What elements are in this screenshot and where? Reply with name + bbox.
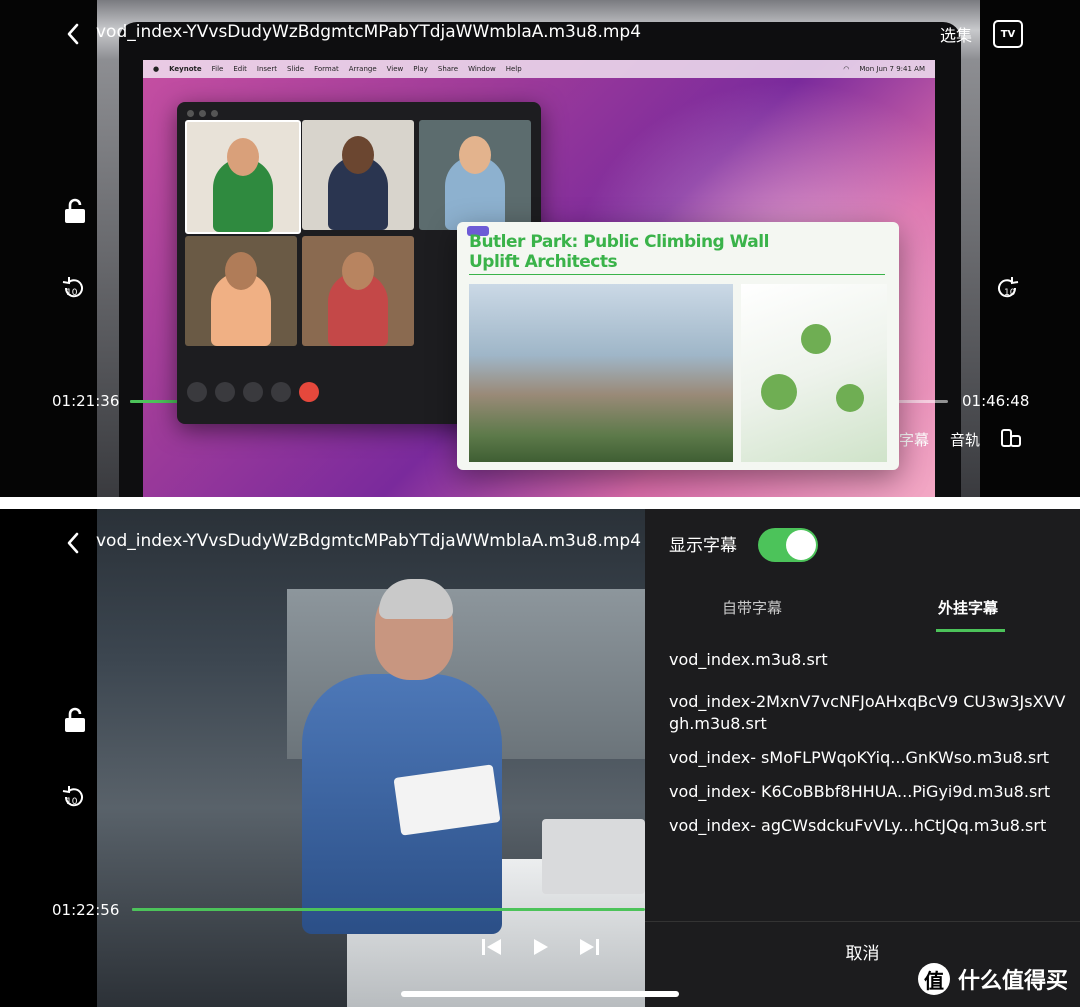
mac-menubar: ● Keynote File Edit Insert Slide Format Arran… xyxy=(143,60,935,78)
subtitle-file-item[interactable]: vod_index- K6CoBBbf8HHUA...PiGyi9d.m3u8.… xyxy=(669,781,1069,803)
watermark-logo-icon: 值 xyxy=(917,963,950,995)
tab-embedded-subtitles[interactable]: 自带字幕 xyxy=(722,597,782,618)
back-chevron-icon[interactable] xyxy=(60,20,86,48)
subtitle-file-item[interactable]: vod_index- sMoFLPWqoKYiq...GnKWso.m3u8.s… xyxy=(669,747,1069,769)
menubar-menu-item: Slide xyxy=(286,65,305,73)
skip-back-10-icon[interactable]: 10 xyxy=(60,274,88,302)
unlock-icon[interactable] xyxy=(63,707,87,733)
active-tab-indicator xyxy=(936,629,1005,632)
skip-forward-10-icon[interactable]: 10 xyxy=(993,274,1021,302)
total-time: 01:46:48 xyxy=(962,392,1030,410)
participant-tile xyxy=(419,120,531,230)
participant-tile xyxy=(185,120,301,234)
slide-title: Butler Park: Public Climbing Wall Uplift… xyxy=(469,232,769,272)
menubar-status: ◠ Mon Jun 7 9:41 AM xyxy=(843,65,935,73)
episodes-button[interactable]: 选集 xyxy=(940,22,972,46)
microphone-icon xyxy=(215,382,235,402)
show-subtitles-toggle[interactable] xyxy=(758,528,818,562)
video-title: vod_index-YVvsDudyWzBdgmtcMPabYTdjaWWmbl… xyxy=(96,22,642,42)
slide-building-photo xyxy=(469,284,733,462)
menubar-menu-item: Edit xyxy=(233,65,247,73)
rotate-screen-icon[interactable] xyxy=(1000,428,1022,448)
current-time: 01:21:36 xyxy=(52,392,120,410)
menubar-menu-item: Arrange xyxy=(348,65,377,73)
wifi-icon: ◠ xyxy=(843,65,850,73)
menubar-menus: File Edit Insert Slide Format Arrange View Play… xyxy=(202,65,522,73)
cancel-button[interactable]: 取消 xyxy=(645,939,1080,964)
participant-tile xyxy=(185,236,297,346)
site-watermark: 值 什么值得买 xyxy=(917,963,1068,995)
watermark-text: 什么值得买 xyxy=(957,969,1068,994)
audio-track-button[interactable]: 音轨 xyxy=(950,429,980,450)
video-title: vod_index-YVvsDudyWzBdgmtcMPabYTdjaWWmbl… xyxy=(96,531,642,551)
window-traffic-lights xyxy=(187,110,218,117)
facetime-controls xyxy=(187,382,319,402)
menubar-app-name: Keynote xyxy=(169,65,202,73)
video-screen-keynote: ● Keynote File Edit Insert Slide Format Arran… xyxy=(143,60,935,497)
subtitle-file-item[interactable]: vod_index- agCWsdckuFvVLy...hCtJQq.m3u8.… xyxy=(669,815,1069,837)
menubar-menu-item: Play xyxy=(413,65,428,73)
svg-text:10: 10 xyxy=(66,288,78,298)
subtitle-panel: 显示字幕 自带字幕 外挂字幕 vod_index.m3u8.srt vod_in… xyxy=(645,509,1080,1007)
subtitle-file-item[interactable]: vod_index-2MxnV7vcNFJoAHxqBcV9 CU3w3JsXV… xyxy=(669,691,1069,735)
progress-bar[interactable] xyxy=(132,908,645,911)
menubar-menu-item: Insert xyxy=(256,65,277,73)
apple-icon: ● xyxy=(153,65,160,73)
menubar-menu-item: View xyxy=(386,65,404,73)
tab-external-subtitles[interactable]: 外挂字幕 xyxy=(938,597,998,618)
camera-icon xyxy=(243,382,263,402)
slide-diagram xyxy=(741,284,887,462)
show-subtitles-label: 显示字幕 xyxy=(669,536,737,556)
video-frame-presenter xyxy=(97,509,645,1007)
sidebar-icon xyxy=(187,382,207,402)
toggle-thumb xyxy=(786,530,816,560)
slide-rule xyxy=(469,274,885,275)
subtitle-button[interactable]: 字幕 xyxy=(899,429,929,450)
skip-back-10-icon[interactable]: 10 xyxy=(60,783,88,811)
subtitle-file-item[interactable]: vod_index.m3u8.srt xyxy=(669,649,1069,671)
unlock-icon[interactable] xyxy=(63,198,87,224)
svg-text:10: 10 xyxy=(66,797,78,807)
menubar-menu-item: Window xyxy=(468,65,496,73)
current-time: 01:22:56 xyxy=(52,901,120,919)
svg-text:10: 10 xyxy=(1004,288,1016,298)
keynote-slide: Butler Park: Public Climbing Wall Uplift… xyxy=(457,222,899,470)
progress-fill xyxy=(132,908,645,911)
laptop-on-desk xyxy=(542,819,645,894)
presenter-hair xyxy=(379,579,453,619)
play-icon[interactable] xyxy=(533,938,549,960)
subtitle-tabs: 自带字幕 外挂字幕 xyxy=(645,597,1080,637)
participant-tile xyxy=(302,120,414,230)
top-video-player: ● Keynote File Edit Insert Slide Format Arran… xyxy=(0,0,1080,497)
menubar-menu-item: Format xyxy=(314,65,339,73)
previous-icon[interactable] xyxy=(481,938,503,960)
home-indicator[interactable] xyxy=(401,991,679,997)
end-call-icon xyxy=(299,382,319,402)
participant-tile xyxy=(302,236,414,346)
menubar-menu-item: Share xyxy=(437,65,459,73)
panel-divider xyxy=(645,921,1080,922)
subtitle-file-list: vod_index.m3u8.srt vod_index-2MxnV7vcNFJ… xyxy=(669,649,1069,849)
tv-cast-icon[interactable]: TV xyxy=(993,20,1023,48)
bottom-video-player: vod_index-YVvsDudyWzBdgmtcMPabYTdjaWWmbl… xyxy=(0,509,1080,1007)
screenshot-divider xyxy=(0,497,1080,509)
menubar-datetime: Mon Jun 7 9:41 AM xyxy=(859,65,925,73)
menubar-menu-item: File xyxy=(211,65,224,73)
next-icon[interactable] xyxy=(578,938,600,960)
menubar-menu-item: Help xyxy=(505,65,522,73)
screen-share-icon xyxy=(271,382,291,402)
back-chevron-icon[interactable] xyxy=(60,529,86,557)
